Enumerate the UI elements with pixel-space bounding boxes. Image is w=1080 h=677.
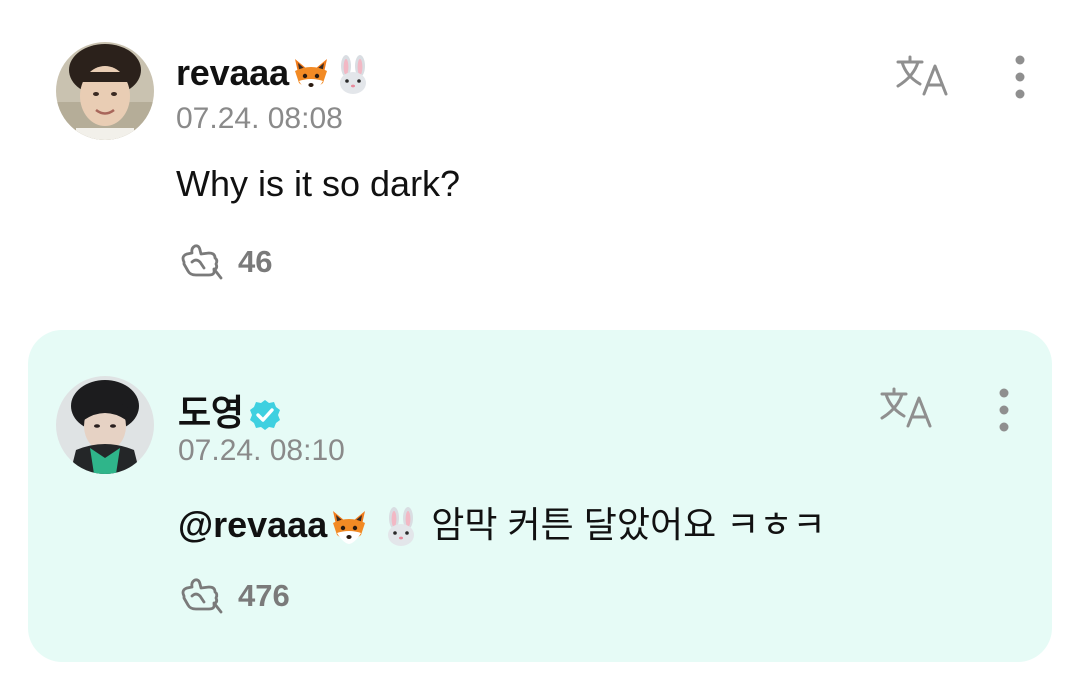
username[interactable]: revaaa	[176, 52, 373, 95]
verified-badge-icon	[249, 400, 280, 431]
comment-text: Why is it so dark?	[176, 163, 461, 204]
avatar-image	[56, 42, 154, 140]
avatar[interactable]	[56, 376, 154, 474]
more-options-button[interactable]	[989, 385, 1019, 435]
translate-button[interactable]	[894, 54, 952, 98]
more-vertical-icon	[1015, 55, 1025, 99]
rabbit-emoji-icon	[339, 55, 366, 95]
more-vertical-icon	[999, 388, 1009, 432]
avatar-image	[56, 376, 154, 474]
translate-button[interactable]	[878, 386, 936, 430]
avatar[interactable]	[56, 42, 154, 140]
comment-item: revaaa 07.24. 08:08 Why is it so dark? 4…	[0, 0, 1080, 310]
username-text: 도영	[178, 392, 244, 433]
rabbit-emoji-icon	[388, 507, 415, 547]
like-hand-icon	[181, 244, 223, 280]
reply-text: 암막 커튼 달았어요 ㅋㅎㅋ	[431, 504, 826, 545]
comment-text: @revaaa 암막 커튼 달았어요 ㅋㅎㅋ	[178, 496, 826, 548]
like-count: 46	[238, 244, 273, 279]
fox-emoji-icon	[333, 511, 366, 545]
like-count: 476	[238, 578, 290, 613]
translate-icon	[896, 55, 948, 96]
like-button[interactable]: 476	[178, 576, 290, 616]
mention-link[interactable]: @revaaa	[178, 504, 327, 545]
like-button[interactable]: 46	[178, 242, 272, 282]
timestamp: 07.24. 08:08	[176, 102, 343, 135]
like-hand-icon	[181, 578, 223, 614]
translate-icon	[880, 387, 932, 428]
timestamp: 07.24. 08:10	[178, 434, 345, 467]
username[interactable]: 도영	[178, 384, 282, 436]
highlighted-comment-card: 도영 07.24. 08:10 @revaaa 암막 커튼 달았어요 ㅋㅎㅋ 4…	[28, 330, 1052, 662]
comment-thread: revaaa 07.24. 08:08 Why is it so dark? 4…	[0, 0, 1080, 677]
username-text: revaaa	[176, 52, 289, 93]
fox-emoji-icon	[294, 59, 327, 93]
more-options-button[interactable]	[1005, 52, 1035, 102]
